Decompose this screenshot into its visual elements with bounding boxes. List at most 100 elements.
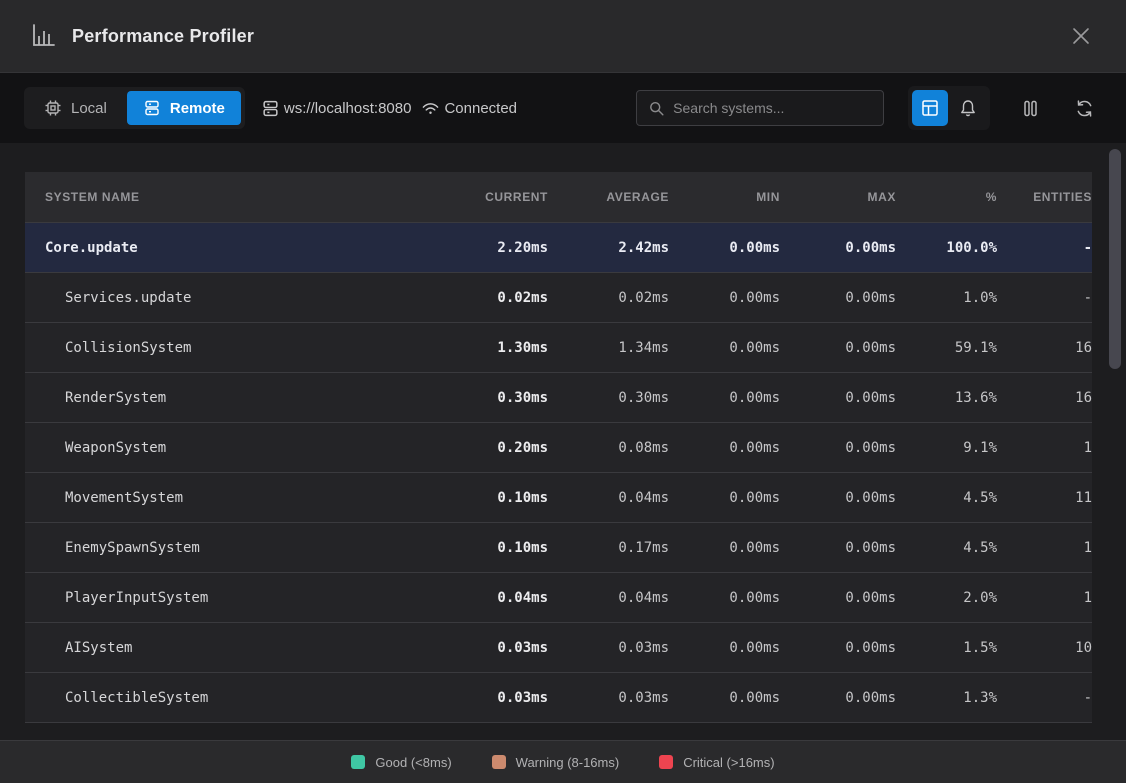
- title-bar: Performance Profiler: [0, 0, 1126, 73]
- legend: Good (<8ms) Warning (8-16ms) Critical (>16…: [351, 755, 774, 770]
- average-cell: 0.08ms: [548, 440, 669, 456]
- mode-segmented-control: Local Remote: [24, 87, 245, 129]
- current-cell: 0.03ms: [428, 690, 548, 706]
- average-cell: 0.03ms: [548, 640, 669, 656]
- system-name-cell: CollectibleSystem: [25, 690, 428, 706]
- table-row[interactable]: WeaponSystem0.20ms0.08ms0.00ms0.00ms9.1%…: [25, 422, 1092, 472]
- table-row[interactable]: AISystem0.03ms0.03ms0.00ms0.00ms1.5%10: [25, 622, 1092, 672]
- table-row[interactable]: RenderSystem0.30ms0.30ms0.00ms0.00ms13.6…: [25, 372, 1092, 422]
- max-cell: 0.00ms: [780, 690, 896, 706]
- average-cell: 0.17ms: [548, 540, 669, 556]
- entities-cell: 16: [997, 340, 1092, 356]
- scrollbar-thumb[interactable]: [1109, 149, 1121, 369]
- max-cell: 0.00ms: [780, 540, 896, 556]
- entities-cell: -: [997, 690, 1092, 706]
- current-cell: 0.10ms: [428, 490, 548, 506]
- average-cell: 0.02ms: [548, 290, 669, 306]
- min-cell: 0.00ms: [669, 490, 780, 506]
- header-system-name: SYSTEM NAME: [25, 190, 428, 204]
- pause-button[interactable]: [1012, 90, 1048, 126]
- server-icon: [261, 99, 280, 118]
- entities-cell: 1: [997, 440, 1092, 456]
- legend-swatch-icon: [351, 755, 365, 769]
- system-name-cell: Services.update: [25, 290, 428, 306]
- current-cell: 2.20ms: [428, 240, 548, 256]
- table-header-row: SYSTEM NAME CURRENT AVERAGE MIN MAX % EN…: [25, 172, 1092, 222]
- server-icon: [143, 99, 161, 117]
- page-title: Performance Profiler: [72, 26, 1064, 47]
- table-row[interactable]: MovementSystem0.10ms0.04ms0.00ms0.00ms4.…: [25, 472, 1092, 522]
- legend-swatch-icon: [659, 755, 673, 769]
- search-input[interactable]: [673, 100, 871, 116]
- current-cell: 0.20ms: [428, 440, 548, 456]
- legend-item: Warning (8-16ms): [492, 755, 620, 770]
- table-row[interactable]: Services.update0.02ms0.02ms0.00ms0.00ms1…: [25, 272, 1092, 322]
- current-cell: 0.03ms: [428, 640, 548, 656]
- table-body: Core.update2.20ms2.42ms0.00ms0.00ms100.0…: [25, 222, 1092, 722]
- system-name-cell: WeaponSystem: [25, 440, 428, 456]
- table-view-button[interactable]: [912, 90, 948, 126]
- entities-cell: 16: [997, 390, 1092, 406]
- entities-cell: 11: [997, 490, 1092, 506]
- legend-item: Good (<8ms): [351, 755, 451, 770]
- table-view-icon: [921, 99, 939, 117]
- current-cell: 0.04ms: [428, 590, 548, 606]
- average-cell: 0.04ms: [548, 490, 669, 506]
- average-cell: 0.03ms: [548, 690, 669, 706]
- average-cell: 0.04ms: [548, 590, 669, 606]
- max-cell: 0.00ms: [780, 440, 896, 456]
- connection-endpoint: ws://localhost:8080: [261, 99, 412, 118]
- entities-cell: 1: [997, 540, 1092, 556]
- local-mode-button[interactable]: Local: [28, 91, 123, 125]
- header-average: AVERAGE: [548, 190, 669, 204]
- entities-cell: -: [997, 290, 1092, 306]
- close-icon: [1072, 27, 1090, 45]
- system-name-cell: Core.update: [25, 240, 428, 256]
- pause-icon: [1022, 99, 1039, 118]
- header-entities: ENTITIES: [997, 190, 1092, 204]
- percent-cell: 59.1%: [896, 340, 997, 356]
- max-cell: 0.00ms: [780, 490, 896, 506]
- table-row[interactable]: Core.update2.20ms2.42ms0.00ms0.00ms100.0…: [25, 222, 1092, 272]
- max-cell: 0.00ms: [780, 240, 896, 256]
- min-cell: 0.00ms: [669, 590, 780, 606]
- table-row[interactable]: PlayerInputSystem0.04ms0.04ms0.00ms0.00m…: [25, 572, 1092, 622]
- legend-label: Critical (>16ms): [683, 755, 774, 770]
- entities-cell: -: [997, 240, 1092, 256]
- current-cell: 0.02ms: [428, 290, 548, 306]
- max-cell: 0.00ms: [780, 390, 896, 406]
- min-cell: 0.00ms: [669, 690, 780, 706]
- refresh-icon: [1075, 99, 1094, 118]
- remote-mode-label: Remote: [170, 100, 225, 117]
- system-name-cell: EnemySpawnSystem: [25, 540, 428, 556]
- average-cell: 1.34ms: [548, 340, 669, 356]
- table-row[interactable]: CollisionSystem1.30ms1.34ms0.00ms0.00ms5…: [25, 322, 1092, 372]
- min-cell: 0.00ms: [669, 440, 780, 456]
- percent-cell: 9.1%: [896, 440, 997, 456]
- system-name-cell: RenderSystem: [25, 390, 428, 406]
- min-cell: 0.00ms: [669, 340, 780, 356]
- alerts-button[interactable]: [950, 90, 986, 126]
- min-cell: 0.00ms: [669, 640, 780, 656]
- toolbar: Local Remote ws://localhost:8080 Connect…: [0, 73, 1126, 143]
- average-cell: 0.30ms: [548, 390, 669, 406]
- legend-footer: Good (<8ms) Warning (8-16ms) Critical (>16…: [0, 740, 1126, 783]
- table-row[interactable]: CollectibleSystem0.03ms0.03ms0.00ms0.00m…: [25, 672, 1092, 722]
- bar-chart-icon: [30, 23, 56, 49]
- current-cell: 0.10ms: [428, 540, 548, 556]
- current-cell: 1.30ms: [428, 340, 548, 356]
- endpoint-url: ws://localhost:8080: [284, 100, 412, 117]
- systems-table: SYSTEM NAME CURRENT AVERAGE MIN MAX % EN…: [25, 172, 1092, 723]
- connection-status: Connected: [421, 99, 517, 118]
- remote-mode-button[interactable]: Remote: [127, 91, 241, 125]
- min-cell: 0.00ms: [669, 290, 780, 306]
- legend-label: Warning (8-16ms): [516, 755, 620, 770]
- max-cell: 0.00ms: [780, 640, 896, 656]
- table-row[interactable]: EnemySpawnSystem0.10ms0.17ms0.00ms0.00ms…: [25, 522, 1092, 572]
- refresh-button[interactable]: [1066, 90, 1102, 126]
- close-button[interactable]: [1064, 19, 1098, 53]
- entities-cell: 1: [997, 590, 1092, 606]
- system-name-cell: AISystem: [25, 640, 428, 656]
- vertical-scrollbar[interactable]: [1108, 147, 1122, 740]
- connection-status-label: Connected: [444, 100, 517, 117]
